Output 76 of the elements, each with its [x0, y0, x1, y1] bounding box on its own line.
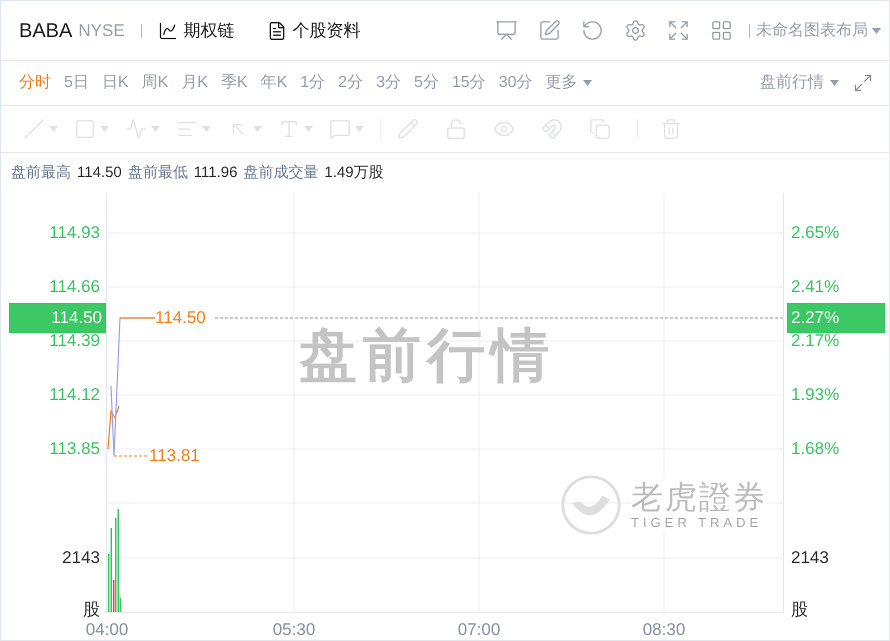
stat-value: 114.50 — [77, 162, 122, 183]
settings-icon[interactable] — [624, 19, 647, 42]
caret-icon — [100, 126, 109, 132]
stat-value: 1.49万股 — [324, 162, 384, 183]
low-price-label: 113.81 — [149, 445, 200, 467]
chart-watermark: 盘前行情 — [299, 323, 555, 389]
price-tick: 114.39 — [49, 330, 100, 352]
stock-symbol: BABA — [19, 18, 72, 44]
price-tick: 114.66 — [49, 276, 100, 298]
period-tab[interactable]: 1分 — [300, 71, 326, 95]
header-link[interactable]: 期权链 — [158, 18, 235, 44]
exchange-label: NYSE — [78, 20, 125, 42]
fullscreen-icon[interactable] — [667, 19, 690, 42]
percent-tick: 1.93% — [791, 384, 840, 406]
caret-icon — [872, 28, 881, 34]
stat-value: 111.96 — [194, 162, 238, 183]
caret-icon — [202, 126, 211, 132]
brand-name: 老虎證券 — [631, 479, 767, 515]
caret-icon — [830, 80, 839, 86]
stat-label: 盘前成交量 — [243, 162, 318, 183]
price-tick: 113.85 — [49, 438, 100, 460]
volume-tick: 2143 — [791, 547, 829, 569]
line-tool-icon — [23, 118, 45, 140]
refresh-icon[interactable] — [581, 19, 604, 42]
stat-label: 盘前最低 — [128, 162, 188, 183]
text-tool-icon — [278, 118, 300, 140]
period-tab[interactable]: 5分 — [414, 71, 439, 95]
layout-dropdown[interactable]: 未命名图表布局 — [756, 18, 881, 42]
caret-icon — [253, 126, 262, 132]
period-tab[interactable]: 月K — [181, 71, 208, 95]
time-tick: 07:00 — [458, 619, 500, 640]
tiger-logo-icon — [561, 475, 621, 535]
caret-icon — [583, 80, 592, 86]
grid-layout-icon[interactable] — [710, 19, 733, 42]
expand-icon[interactable] — [853, 73, 873, 93]
percent-tick: 2.17% — [791, 330, 840, 352]
rectangle-tool-icon — [74, 118, 96, 140]
header-link[interactable]: 个股资料 — [266, 18, 361, 44]
time-tick: 04:00 — [86, 619, 128, 640]
session-dropdown[interactable]: 盘前行情 — [760, 71, 839, 95]
current-price-tag: 114.50 — [9, 303, 106, 333]
stat-label: 盘前最高 — [11, 162, 71, 183]
period-tab[interactable]: 年K — [260, 71, 288, 95]
period-tab[interactable]: 3分 — [376, 71, 401, 95]
volume-unit: 股 — [83, 599, 100, 621]
period-tab[interactable]: 15分 — [452, 71, 486, 95]
period-tab[interactable]: 季K — [220, 71, 248, 95]
volume-tick: 2143 — [62, 547, 100, 569]
time-tick: 05:30 — [272, 619, 316, 640]
percent-tick: 2.65% — [791, 222, 840, 244]
caret-icon — [304, 126, 313, 132]
caret-icon — [49, 126, 58, 132]
percent-tick: 2.41% — [791, 276, 840, 298]
document-icon — [266, 20, 287, 40]
period-tab[interactable]: 周K — [142, 71, 168, 95]
chart-icon — [158, 20, 178, 40]
more-dropdown[interactable]: 更多 — [545, 71, 592, 95]
period-tab[interactable]: 日K — [102, 71, 129, 95]
callout-tool-icon — [329, 118, 351, 140]
period-tab[interactable]: 30分 — [498, 71, 532, 95]
percent-tick: 1.68% — [791, 438, 840, 460]
high-price-label: 114.50 — [155, 307, 206, 329]
edit-icon[interactable] — [538, 19, 561, 42]
caret-icon — [151, 126, 160, 132]
volume-unit: 股 — [791, 599, 808, 621]
period-tab[interactable]: 5日 — [64, 71, 89, 95]
pattern-tool-icon — [125, 118, 147, 140]
period-tab[interactable]: 分时 — [19, 71, 51, 95]
time-tick: 08:30 — [642, 619, 686, 640]
price-tick: 114.93 — [49, 222, 100, 244]
brand-subtitle: TIGER TRADE — [631, 515, 764, 531]
caret-icon — [355, 126, 364, 132]
price-tick: 114.12 — [49, 384, 100, 406]
period-tab[interactable]: 2分 — [338, 71, 364, 95]
presentation-chart-icon[interactable] — [495, 19, 518, 42]
current-percent-tag: 2.27% — [787, 303, 885, 333]
